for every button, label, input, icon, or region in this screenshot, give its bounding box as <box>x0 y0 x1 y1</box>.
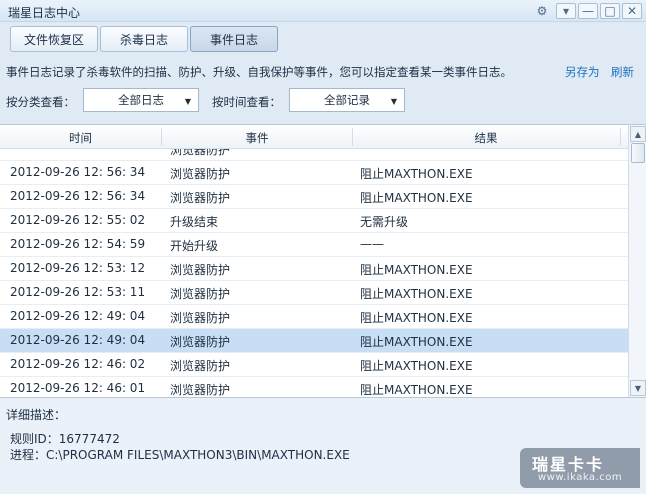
cell-time: 2012-09-26 12: 49: 04 <box>10 309 146 323</box>
scroll-up-icon[interactable]: ▲ <box>630 126 646 142</box>
cell-event: 浏览器防护 <box>170 167 231 181</box>
cell-result: 阻止MAXTHON.EXE <box>360 287 473 301</box>
window-controls: ⚙ ▾ — □ ✕ <box>530 1 642 21</box>
detail-rule-id: 规则ID：16777472 <box>10 432 120 446</box>
cell-result: 阻止MAXTHON.EXE <box>360 311 473 325</box>
table-row[interactable]: 浏览器防护 <box>0 149 628 161</box>
category-select-value: 全部日志 <box>118 93 164 107</box>
cell-result: 阻止MAXTHON.EXE <box>360 191 473 205</box>
cell-result: 阻止MAXTHON.EXE <box>360 335 473 349</box>
cell-event: 浏览器防护 <box>170 287 231 301</box>
tab-event-log[interactable]: 事件日志 <box>190 26 278 52</box>
table-row[interactable]: 2012-09-26 12: 53: 12 浏览器防护 阻止MAXTHON.EX… <box>0 257 628 281</box>
column-header-time[interactable]: 时间 <box>0 130 161 146</box>
cell-event: 浏览器防护 <box>170 191 231 205</box>
description-row: 事件日志记录了杀毒软件的扫描、防护、升级、自我保护等事件，您可以指定查看某一类事… <box>0 56 646 84</box>
minimize-icon[interactable]: — <box>578 3 598 19</box>
event-log-table: 时间 事件 结果 浏览器防护 2012-09-26 12: 56: 34 浏览器… <box>0 124 646 398</box>
cell-time: 2012-09-26 12: 56: 34 <box>10 189 146 203</box>
window-title: 瑞星日志中心 <box>8 6 81 20</box>
tab-file-recovery[interactable]: 文件恢复区 <box>10 26 98 52</box>
time-select[interactable]: 全部记录 ▼ <box>289 88 405 112</box>
chevron-down-icon: ▼ <box>390 97 397 106</box>
cell-time: 2012-09-26 12: 46: 02 <box>10 357 146 371</box>
cell-time: 2012-09-26 12: 53: 12 <box>10 261 146 275</box>
cell-time: 2012-09-26 12: 56: 34 <box>10 165 146 179</box>
cell-event: 浏览器防护 <box>170 149 231 157</box>
cell-result: 无需升级 <box>360 215 409 229</box>
table-row[interactable]: 2012-09-26 12: 46: 02 浏览器防护 阻止MAXTHON.EX… <box>0 353 628 377</box>
column-divider[interactable] <box>620 128 621 146</box>
scrollbar-thumb[interactable] <box>631 143 645 163</box>
title-bar: 瑞星日志中心 ⚙ ▾ — □ ✕ <box>0 0 646 22</box>
description-text: 事件日志记录了杀毒软件的扫描、防护、升级、自我保护等事件，您可以指定查看某一类事… <box>6 65 512 79</box>
tab-antivirus-log[interactable]: 杀毒日志 <box>100 26 188 52</box>
table-body: 浏览器防护 2012-09-26 12: 56: 34 浏览器防护 阻止MAXT… <box>0 149 628 398</box>
column-header-result[interactable]: 结果 <box>353 130 619 146</box>
table-row[interactable]: 2012-09-26 12: 55: 02 升级结束 无需升级 <box>0 209 628 233</box>
cell-event: 浏览器防护 <box>170 383 231 397</box>
time-filter-label: 按时间查看： <box>212 95 281 109</box>
maximize-icon[interactable]: □ <box>600 3 620 19</box>
scroll-down-icon[interactable]: ▼ <box>630 380 646 396</box>
cell-time: 2012-09-26 12: 46: 01 <box>10 381 146 395</box>
cell-result: 阻止MAXTHON.EXE <box>360 263 473 277</box>
table-row[interactable]: 2012-09-26 12: 54: 59 开始升级 —— <box>0 233 628 257</box>
vertical-scrollbar[interactable]: ▲ ▼ <box>628 125 646 397</box>
chevron-down-icon: ▼ <box>184 97 191 106</box>
table-row[interactable]: 2012-09-26 12: 46: 01 浏览器防护 阻止MAXTHON.EX… <box>0 377 628 398</box>
cell-event: 浏览器防护 <box>170 263 231 277</box>
cell-time: 2012-09-26 12: 53: 11 <box>10 285 146 299</box>
cell-result: 阻止MAXTHON.EXE <box>360 359 473 373</box>
settings-gear-icon[interactable]: ⚙ <box>530 1 554 21</box>
table-row[interactable]: 2012-09-26 12: 53: 11 浏览器防护 阻止MAXTHON.EX… <box>0 281 628 305</box>
table-row-selected[interactable]: 2012-09-26 12: 49: 04 浏览器防护 阻止MAXTHON.EX… <box>0 329 628 353</box>
table-row[interactable]: 2012-09-26 12: 49: 04 浏览器防护 阻止MAXTHON.EX… <box>0 305 628 329</box>
cell-event: 浏览器防护 <box>170 311 231 325</box>
category-select[interactable]: 全部日志 ▼ <box>83 88 199 112</box>
table-row[interactable]: 2012-09-26 12: 56: 34 浏览器防护 阻止MAXTHON.EX… <box>0 161 628 185</box>
detail-process: 进程：C:\PROGRAM FILES\MAXTHON3\BIN\MAXTHON… <box>10 448 350 462</box>
cell-result: 阻止MAXTHON.EXE <box>360 383 473 397</box>
ikaka-watermark-logo: 瑞星卡卡 www.ikaka.com <box>520 448 640 488</box>
save-as-link[interactable]: 另存为 <box>565 64 600 80</box>
cell-result: —— <box>360 237 384 251</box>
cell-event: 浏览器防护 <box>170 335 231 349</box>
cell-time: 2012-09-26 12: 49: 04 <box>10 333 146 347</box>
table-row[interactable]: 2012-09-26 12: 56: 34 浏览器防护 阻止MAXTHON.EX… <box>0 185 628 209</box>
cell-result: 阻止MAXTHON.EXE <box>360 167 473 181</box>
cell-event: 升级结束 <box>170 215 219 229</box>
filter-row: 按分类查看： 全部日志 ▼ 按时间查看： 全部记录 ▼ <box>0 86 646 116</box>
tab-bar: 文件恢复区 杀毒日志 事件日志 <box>0 22 646 54</box>
category-filter-label: 按分类查看： <box>6 95 75 109</box>
cell-time: 2012-09-26 12: 54: 59 <box>10 237 146 251</box>
cell-event: 开始升级 <box>170 239 219 253</box>
cell-time: 2012-09-26 12: 55: 02 <box>10 213 146 227</box>
menu-dropdown-icon[interactable]: ▾ <box>556 3 576 19</box>
close-icon[interactable]: ✕ <box>622 3 642 19</box>
detail-title: 详细描述： <box>6 408 67 422</box>
column-header-event[interactable]: 事件 <box>162 130 352 146</box>
cell-event: 浏览器防护 <box>170 359 231 373</box>
table-header: 时间 事件 结果 <box>0 125 628 149</box>
watermark-url: www.ikaka.com <box>538 472 623 483</box>
time-select-value: 全部记录 <box>324 93 370 107</box>
refresh-link[interactable]: 刷新 <box>611 64 634 80</box>
